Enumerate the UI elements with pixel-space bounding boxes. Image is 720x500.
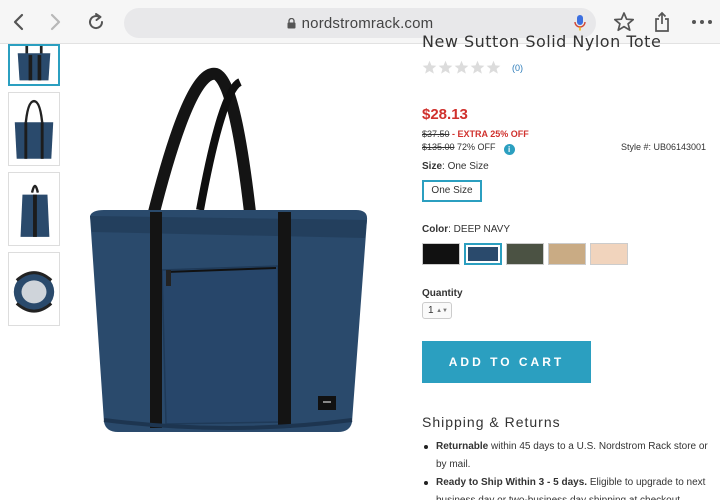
thumbnail-interior[interactable]: [8, 252, 60, 326]
star-icon: [470, 60, 485, 74]
size-value: One Size: [447, 161, 489, 172]
size-label-title: Size: [422, 161, 443, 172]
list-item: Ready to Ship Within 3 - 5 days. Eligibl…: [422, 474, 716, 500]
bullet-icon: [424, 481, 428, 485]
info-icon[interactable]: i: [503, 144, 515, 155]
product-title: New Sutton Solid Nylon Tote: [422, 32, 662, 51]
back-icon[interactable]: [6, 10, 30, 34]
star-icon: [486, 60, 501, 74]
swatch-deep-navy[interactable]: [464, 243, 502, 265]
shipping-item-bold: Returnable: [436, 441, 489, 452]
thumbnail-angle[interactable]: [8, 92, 60, 166]
style-number: Style #: UB06143001: [620, 142, 706, 152]
quantity-label: Quantity: [422, 288, 463, 299]
bullet-icon: [424, 445, 428, 449]
url-text: nordstromrack.com: [301, 15, 434, 32]
add-to-cart-button[interactable]: ADD TO CART: [422, 341, 591, 383]
swatch-olive[interactable]: [506, 243, 544, 265]
list-item: Returnable within 45 days to a U.S. Nord…: [422, 438, 716, 474]
was-price-line: $37.50 - EXTRA 25% OFF: [422, 129, 529, 139]
rating-stars[interactable]: [422, 60, 501, 75]
star-icon: [438, 60, 453, 74]
shipping-list: Returnable within 45 days to a U.S. Nord…: [422, 438, 716, 500]
quantity-select[interactable]: 1 ▲▼: [422, 302, 452, 319]
original-discount: 72% OFF: [454, 142, 496, 152]
color-label-title: Color: [422, 224, 449, 235]
bookmark-star-icon[interactable]: [612, 10, 636, 34]
star-icon: [422, 60, 437, 74]
quantity-value: 1: [428, 305, 434, 316]
shipping-item-bold: Ready to Ship Within 3 - 5 days.: [436, 477, 588, 488]
thumbnail-side[interactable]: [8, 172, 60, 246]
more-icon[interactable]: [690, 10, 714, 34]
lock-icon: [287, 16, 296, 33]
color-label: Color: DEEP NAVY: [422, 224, 510, 235]
product-image[interactable]: [80, 60, 380, 450]
swatch-blush[interactable]: [590, 243, 628, 265]
swatch-tan[interactable]: [548, 243, 586, 265]
shipping-returns-heading: Shipping & Returns: [422, 414, 561, 430]
color-value: DEEP NAVY: [453, 224, 510, 235]
select-caret-icon: ▲▼: [436, 308, 448, 314]
star-icon: [454, 60, 469, 74]
extra-discount: - EXTRA 25% OFF: [449, 129, 529, 139]
original-price: $135.00: [422, 142, 455, 152]
review-count-link[interactable]: (0): [512, 63, 523, 73]
size-label: Size: One Size: [422, 161, 489, 172]
was-price: $37.50: [422, 129, 450, 139]
original-price-line: $135.00 72% OFF i: [422, 142, 515, 155]
reload-icon[interactable]: [84, 10, 108, 34]
forward-icon[interactable]: [44, 10, 68, 34]
size-option-button[interactable]: One Size: [422, 180, 482, 202]
swatch-black[interactable]: [422, 243, 460, 265]
thumbnail-front[interactable]: [8, 44, 60, 86]
share-icon[interactable]: [650, 10, 674, 34]
sale-price: $28.13: [422, 106, 468, 123]
